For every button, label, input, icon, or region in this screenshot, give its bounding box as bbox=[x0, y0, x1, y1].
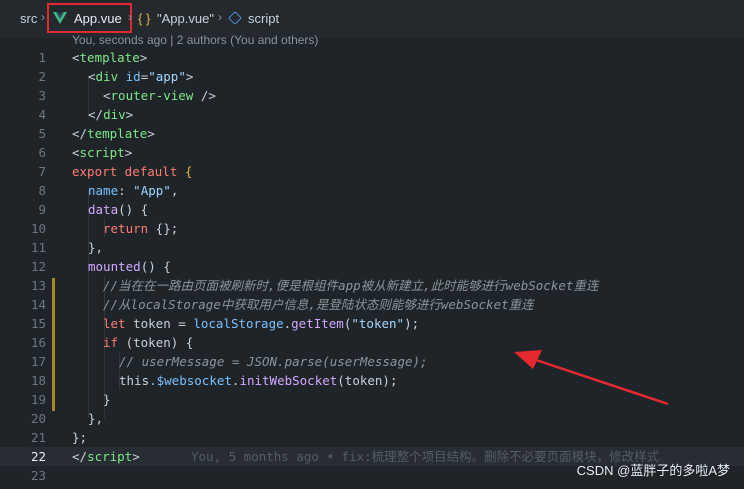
red-arrow-annotation bbox=[514, 350, 669, 406]
watermark: CSDN @蓝胖子的多啦A梦 bbox=[576, 463, 730, 478]
